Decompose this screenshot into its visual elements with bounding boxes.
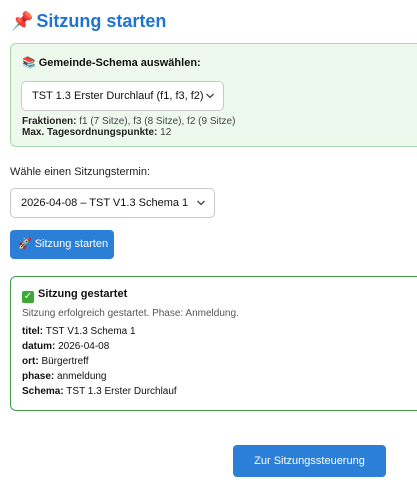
- start-session-label: Sitzung starten: [34, 238, 109, 250]
- detail-value: Bürgertreff: [41, 356, 89, 367]
- chevron-down-icon: [206, 93, 214, 99]
- termin-select[interactable]: 2026-04-08 – TST V1.3 Schema 1: [10, 188, 215, 218]
- fraktionen-value: f1 (7 Sitze), f3 (8 Sitze), f2 (9 Sitze): [79, 116, 236, 127]
- max-top-value: 12: [160, 127, 172, 138]
- detail-key: datum:: [22, 341, 56, 352]
- detail-key: titel:: [22, 326, 44, 337]
- detail-key: Schema:: [22, 386, 64, 397]
- result-heading-text: Sitzung gestartet: [38, 288, 128, 300]
- page-title-text: Sitzung starten: [36, 11, 167, 31]
- start-session-button[interactable]: 🚀 Sitzung starten: [10, 230, 114, 259]
- detail-value: TST 1.3 Erster Durchlauf: [66, 386, 177, 397]
- detail-phase: phase: anmeldung: [22, 371, 107, 382]
- detail-key: phase:: [22, 371, 55, 382]
- detail-key: ort:: [22, 356, 39, 367]
- result-message: Sitzung erfolgreich gestartet. Phase: An…: [22, 308, 239, 319]
- result-panel: ✓ Sitzung gestartet Sitzung erfolgreich g…: [10, 276, 417, 411]
- chevron-down-icon: [197, 200, 205, 206]
- max-top-info: Max. Tagesordnungspunkte: 12: [22, 127, 171, 138]
- session-control-button[interactable]: Zur Sitzungssteuerung: [233, 445, 386, 477]
- check-icon: ✓: [22, 291, 34, 303]
- rocket-icon: 🚀: [18, 238, 32, 250]
- detail-value: TST V1.3 Schema 1: [45, 326, 136, 337]
- termin-label: Wähle einen Sitzungstermin:: [10, 166, 151, 178]
- detail-datum: datum: 2026-04-08: [22, 341, 109, 352]
- schema-panel: 📚 Gemeinde-Schema auswählen: TST 1.3 Erst…: [10, 43, 417, 147]
- max-top-label: Max. Tagesordnungspunkte:: [22, 127, 158, 138]
- fraktionen-info: Fraktionen: f1 (7 Sitze), f3 (8 Sitze), …: [22, 116, 235, 127]
- schema-heading-text: Gemeinde-Schema auswählen:: [38, 57, 201, 69]
- detail-ort: ort: Bürgertreff: [22, 356, 89, 367]
- page-title: 📌 Sitzung starten: [11, 9, 166, 33]
- result-heading: ✓ Sitzung gestartet: [22, 288, 127, 303]
- fraktionen-label: Fraktionen:: [22, 116, 77, 127]
- schema-select-value: TST 1.3 Erster Durchlauf (f1, f3, f2): [32, 90, 204, 102]
- schema-heading: 📚 Gemeinde-Schema auswählen:: [22, 56, 201, 69]
- detail-value: anmeldung: [57, 371, 107, 382]
- detail-titel: titel: TST V1.3 Schema 1: [22, 326, 136, 337]
- pin-icon: 📌: [11, 11, 34, 31]
- detail-value: 2026-04-08: [58, 341, 110, 352]
- schema-select[interactable]: TST 1.3 Erster Durchlauf (f1, f3, f2): [21, 81, 224, 111]
- termin-select-value: 2026-04-08 – TST V1.3 Schema 1: [21, 197, 189, 209]
- detail-schema: Schema: TST 1.3 Erster Durchlauf: [22, 386, 177, 397]
- books-icon: 📚: [22, 57, 36, 69]
